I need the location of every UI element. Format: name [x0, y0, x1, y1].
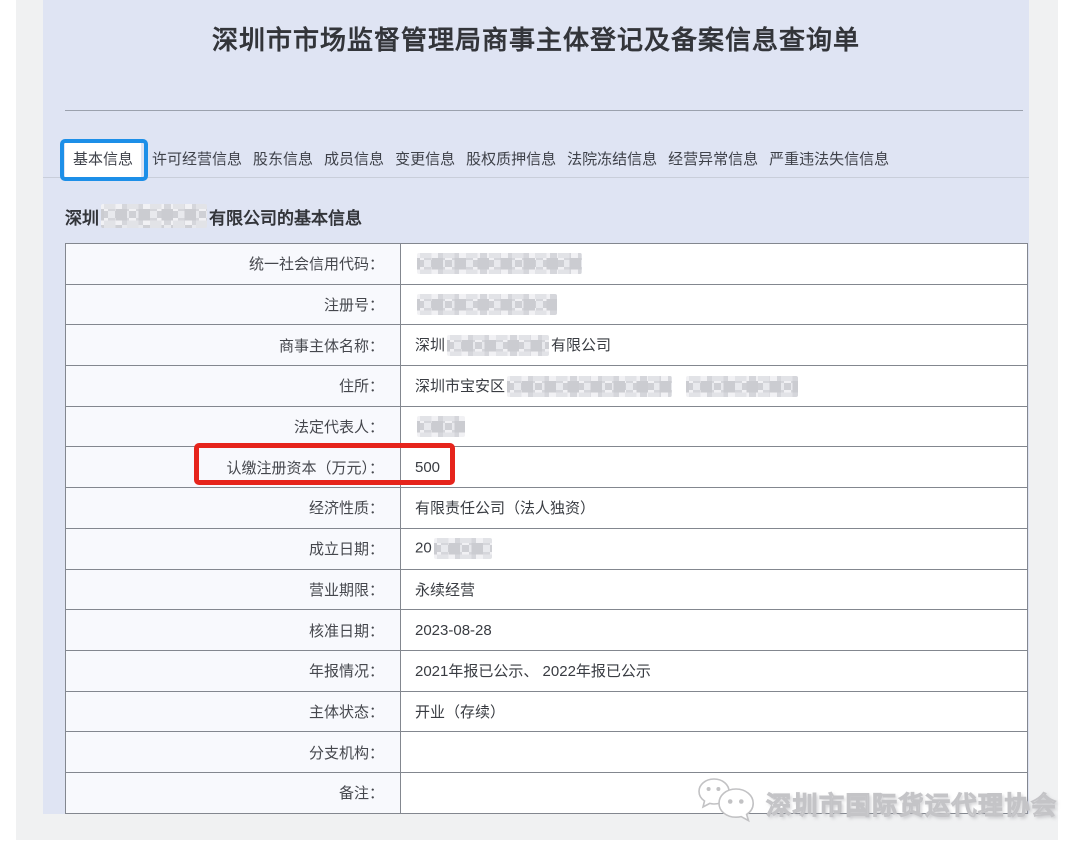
row-value: [401, 284, 1028, 325]
row-label: 商事主体名称：: [66, 325, 401, 366]
row-label: 营业期限：: [66, 569, 401, 610]
tab-member-info[interactable]: 成员信息: [324, 140, 384, 177]
row-value: [401, 406, 1028, 447]
row-label: 法定代表人：: [66, 406, 401, 447]
row-label: 分支机构：: [66, 732, 401, 773]
row-label: 经济性质：: [66, 488, 401, 529]
table-row: 统一社会信用代码：: [66, 244, 1028, 285]
tab-bar: 基本信息许可经营信息股东信息成员信息变更信息股权质押信息法院冻结信息经营异常信息…: [43, 140, 1029, 178]
row-value: 深圳 有限公司: [401, 325, 1028, 366]
table-row: 住所： 深圳市宝安区: [66, 366, 1028, 407]
row-label: 主体状态：: [66, 691, 401, 732]
row-value: 深圳市宝安区: [401, 366, 1028, 407]
value-text: 深圳市宝安区: [415, 378, 505, 395]
tab-change-info[interactable]: 变更信息: [395, 140, 455, 177]
tab-court-freeze-info[interactable]: 法院冻结信息: [567, 140, 657, 177]
row-value: 20: [401, 528, 1028, 569]
row-label: 住所：: [66, 366, 401, 407]
watermark-text: 深圳市国际货运代理协会: [766, 786, 1058, 822]
tab-serious-violation-info[interactable]: 严重违法失信信息: [769, 140, 889, 177]
page-title: 深圳市市场监督管理局商事主体登记及备案信息查询单: [43, 0, 1029, 58]
watermark: 深圳市国际货运代理协会: [696, 776, 1058, 832]
redacted-mosaic: [417, 253, 582, 274]
table-row: 认缴注册资本（万元）： 500: [66, 447, 1028, 488]
table-row: 年报情况： 2021年报已公示、 2022年报已公示: [66, 650, 1028, 691]
row-value: 500: [401, 447, 1028, 488]
row-value: 永续经营: [401, 569, 1028, 610]
table-row: 营业期限： 永续经营: [66, 569, 1028, 610]
table-row: 主体状态： 开业（存续）: [66, 691, 1028, 732]
row-label: 成立日期：: [66, 528, 401, 569]
value-text: 永续经营: [415, 582, 475, 599]
redacted-mosaic: [417, 416, 465, 437]
tab-shareholder-info[interactable]: 股东信息: [253, 140, 313, 177]
row-value: 开业（存续）: [401, 691, 1028, 732]
tab-basic-info[interactable]: 基本信息: [65, 140, 141, 177]
redacted-mosaic: [434, 538, 492, 559]
value-text: 500: [415, 459, 440, 476]
row-label: 核准日期：: [66, 610, 401, 651]
row-label: 备注：: [66, 772, 401, 813]
basic-info-table: 统一社会信用代码：注册号：商事主体名称： 深圳 有限公司住所： 深圳市宝安区法定代表人…: [65, 243, 1028, 814]
table-row: 法定代表人：: [66, 406, 1028, 447]
value-text: 20: [415, 540, 432, 557]
table-row: 注册号：: [66, 284, 1028, 325]
table-row: 成立日期： 20: [66, 528, 1028, 569]
row-value: 2023-08-28: [401, 610, 1028, 651]
table-row: 分支机构：: [66, 732, 1028, 773]
value-text: 有限责任公司（法人独资）: [415, 500, 595, 517]
table-row: 商事主体名称： 深圳 有限公司: [66, 325, 1028, 366]
redacted-mosaic: [447, 335, 549, 356]
value-text: 2023-08-28: [415, 622, 492, 639]
tab-equity-pledge-info[interactable]: 股权质押信息: [466, 140, 556, 177]
row-label: 年报情况：: [66, 650, 401, 691]
redacted-mosaic: [686, 376, 798, 397]
table-row: 经济性质： 有限责任公司（法人独资）: [66, 488, 1028, 529]
heading-suffix: 有限公司的基本信息: [209, 204, 362, 229]
row-label: 注册号：: [66, 284, 401, 325]
section-heading: 深圳 有限公司的基本信息: [65, 204, 1029, 228]
query-sheet: 深圳市市场监督管理局商事主体登记及备案信息查询单 基本信息许可经营信息股东信息成…: [43, 0, 1029, 814]
page: 深圳市市场监督管理局商事主体登记及备案信息查询单 基本信息许可经营信息股东信息成…: [0, 0, 1080, 851]
value-text: 有限公司: [551, 337, 611, 354]
heading-prefix: 深圳: [65, 204, 99, 229]
redacted-mosaic: [507, 376, 672, 397]
row-label: 认缴注册资本（万元）：: [66, 447, 401, 488]
row-value: [401, 244, 1028, 285]
redacted-mosaic: [417, 294, 557, 315]
tab-abnormal-operation-info[interactable]: 经营异常信息: [668, 140, 758, 177]
row-value: 2021年报已公示、 2022年报已公示: [401, 650, 1028, 691]
value-text: 开业（存续）: [415, 704, 505, 721]
value-text: 深圳: [415, 337, 445, 354]
row-value: [401, 732, 1028, 773]
tab-licensed-business-info[interactable]: 许可经营信息: [152, 140, 242, 177]
title-divider: [65, 110, 1023, 111]
chat-bubbles-icon: [696, 776, 762, 832]
value-text: 2021年报已公示、 2022年报已公示: [415, 663, 651, 680]
row-label: 统一社会信用代码：: [66, 244, 401, 285]
redacted-mosaic: [101, 204, 207, 228]
row-value: 有限责任公司（法人独资）: [401, 488, 1028, 529]
table-row: 核准日期： 2023-08-28: [66, 610, 1028, 651]
